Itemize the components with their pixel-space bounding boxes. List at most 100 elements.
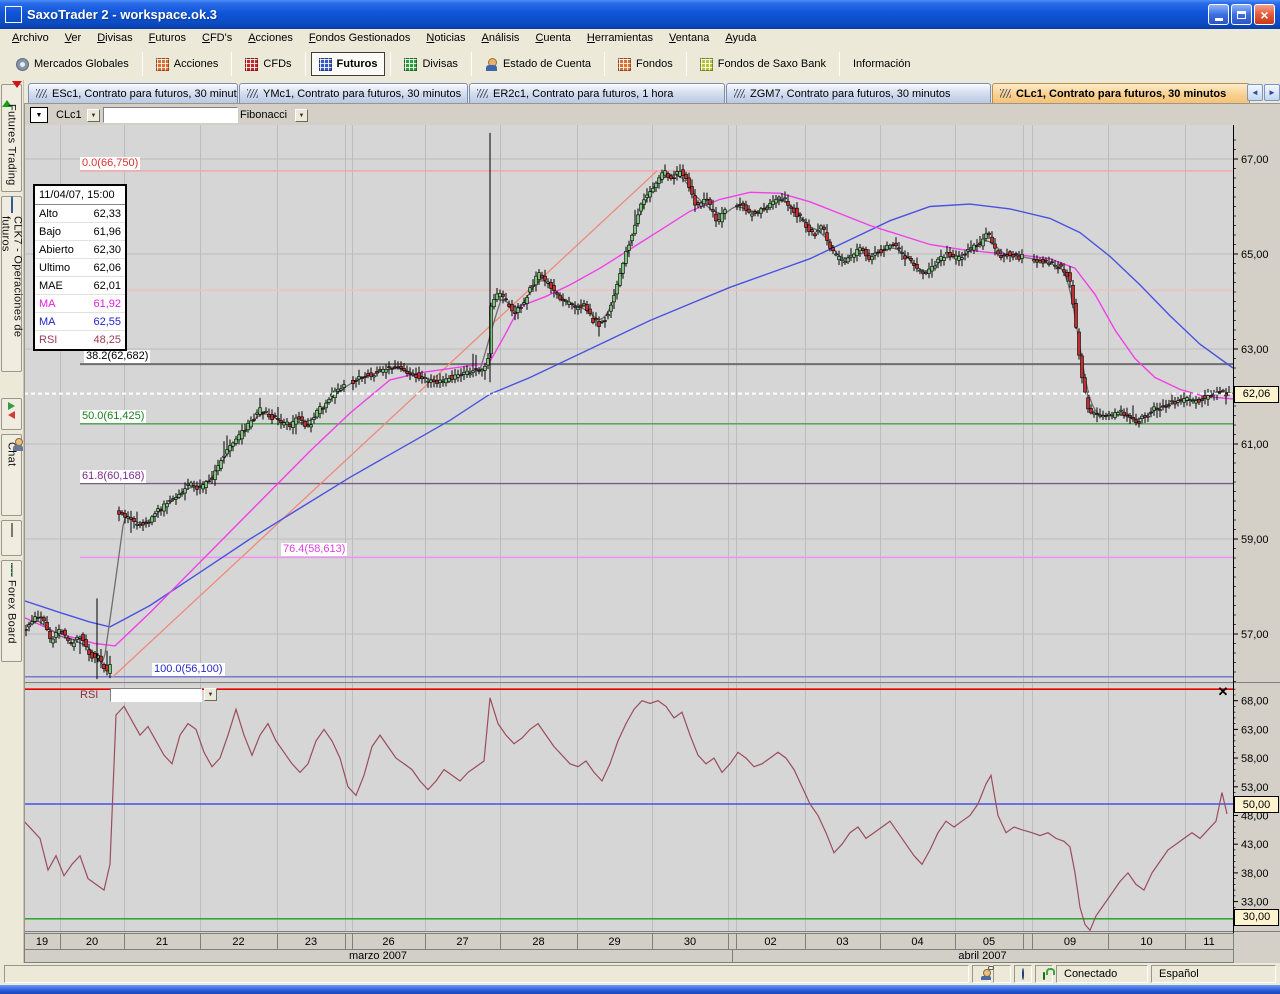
menu-item-ver[interactable]: Ver (57, 30, 90, 46)
rsi-dropdown-button[interactable]: ▼ (204, 688, 217, 701)
close-button[interactable]: × (1254, 4, 1275, 25)
language-status[interactable]: Español (1151, 965, 1276, 983)
toolbar-button-saxobank[interactable]: Fondos de Saxo Bank (692, 52, 834, 76)
drawing-tool-dropdown-button[interactable]: ▼ (295, 109, 308, 122)
tooltip-row-bajo: Bajo61,96 (35, 223, 125, 241)
connection-status: Conectado (1056, 965, 1148, 983)
toolbar-button-estado[interactable]: Estado de Cuenta (477, 52, 599, 76)
instrument-dropdown-button[interactable]: ▼ (87, 109, 100, 122)
tooltip-row-label: Alto (39, 208, 58, 220)
toolbar-button-fondos[interactable]: Fondos (610, 52, 681, 76)
menu-item-acciones[interactable]: Acciones (240, 30, 301, 46)
chart-tab-zgm7[interactable]: ZGM7, Contrato para futuros, 30 minutos (726, 83, 991, 103)
fib-label: 61.8(60,168) (80, 470, 146, 483)
svg-text:10: 10 (1140, 936, 1152, 948)
window-icon (11, 200, 13, 212)
app-window: SaxoTrader 2 - workspace.ok.3 × ArchivoV… (0, 0, 1280, 994)
rsi-level-50-badge: 50,00 (1234, 796, 1279, 813)
fib-label: 50.0(61,425) (80, 410, 146, 423)
status-empty-cell (993, 965, 1011, 983)
svg-text:53,00: 53,00 (1241, 782, 1269, 794)
toolbar-button-divisas[interactable]: Divisas (396, 52, 465, 76)
toolbar-separator (390, 52, 391, 76)
chart-tab-clc1[interactable]: CLc1, Contrato para futuros, 30 minutos (992, 83, 1250, 103)
sidebar-tab-label: Forex Board (6, 580, 18, 644)
futuros-icon (319, 58, 332, 71)
status-chat-cell[interactable] (972, 965, 990, 983)
svg-text:63,00: 63,00 (1241, 344, 1269, 356)
sidebar-tab-futures-trading[interactable]: Futures Trading (1, 84, 22, 192)
toolbar-button-label: CFDs (263, 58, 291, 70)
menu-item-herramientas[interactable]: Herramientas (579, 30, 661, 46)
rsi-level-30-badge: 30,00 (1234, 909, 1279, 926)
sidebar-tab-label: CLK7 - Operaciones de futuros (0, 216, 24, 371)
board-icon (11, 564, 13, 576)
toolbar-button-acciones[interactable]: Acciones (148, 52, 227, 76)
chart-tab-label: ESc1, Contrato para futuros, 30 minutos (52, 88, 238, 100)
chart-window: 67,0065,0063,0061,0059,0057,0068,0063,00… (24, 103, 1280, 962)
menu-item-futuros[interactable]: Futuros (141, 30, 194, 46)
tooltip-row-value: 62,30 (93, 244, 121, 256)
toolbar-button-label: Divisas (422, 58, 457, 70)
sidebar-tab-transfer-arrows[interactable] (1, 398, 22, 430)
tooltip-row-mae: MAE62,01 (35, 277, 125, 295)
tooltip-timestamp: 11/04/07, 15:00 (35, 186, 125, 205)
current-price-badge: 62,06 (1234, 386, 1279, 403)
menu-item-cfds[interactable]: CFD's (194, 30, 240, 46)
tooltip-row-alto: Alto62,33 (35, 205, 125, 223)
menu-item-fondosgestionados[interactable]: Fondos Gestionados (301, 30, 419, 46)
toolbar-button-none[interactable]: Información (845, 52, 918, 76)
svg-text:61,00: 61,00 (1241, 439, 1269, 451)
svg-text:33,00: 33,00 (1241, 897, 1269, 909)
status-network-cell[interactable] (1014, 965, 1032, 983)
minimize-button[interactable] (1208, 4, 1229, 25)
menu-item-ayuda[interactable]: Ayuda (717, 30, 764, 46)
chart-menu-button[interactable]: ▼ (30, 107, 48, 123)
status-security-cell[interactable] (1035, 965, 1053, 983)
instrument-search-input[interactable] (103, 107, 238, 123)
chart-tab-ymc1[interactable]: YMc1, Contrato para futuros, 30 minutos (239, 83, 468, 103)
sidebar-tab-clk7-operaciones-de-futuros[interactable]: CLK7 - Operaciones de futuros (1, 196, 22, 372)
fondos-icon (618, 58, 631, 71)
rsi-settings-input[interactable] (110, 688, 202, 702)
toolbar-button-mercados[interactable]: Mercados Globales (8, 52, 137, 76)
sidebar-tab-forex-board[interactable]: Forex Board (1, 560, 22, 662)
menu-item-noticias[interactable]: Noticias (418, 30, 473, 46)
chart-tab-label: ER2c1, Contrato para futuros, 1 hora (493, 88, 673, 100)
toolbar-separator (142, 52, 143, 76)
network-globe-icon (1022, 968, 1024, 980)
svg-text:04: 04 (911, 936, 923, 948)
restore-button[interactable] (1231, 4, 1252, 25)
lock-icon (1043, 972, 1045, 980)
window-bottom-border (0, 985, 1280, 994)
svg-text:03: 03 (836, 936, 848, 948)
svg-text:abril 2007: abril 2007 (958, 950, 1006, 962)
stack-icon (11, 524, 13, 536)
toolbar-button-futuros[interactable]: Futuros (311, 52, 386, 76)
sidebar-tab-stack[interactable] (1, 520, 22, 556)
chevron-down-icon: ▼ (299, 113, 305, 119)
menu-item-ventana[interactable]: Ventana (661, 30, 717, 46)
toolbar-button-cfds[interactable]: CFDs (237, 52, 299, 76)
drawing-tool-label: Fibonacci (240, 109, 287, 121)
svg-text:68,00: 68,00 (1241, 696, 1269, 708)
menu-item-cuenta[interactable]: Cuenta (527, 30, 578, 46)
menu-item-archivo[interactable]: Archivo (4, 30, 57, 46)
sidebar-tab-chat[interactable]: Chat (1, 434, 22, 516)
menu-item-anlisis[interactable]: Análisis (474, 30, 528, 46)
tooltip-row-label: Abierto (39, 244, 74, 256)
chart-tab-esc1[interactable]: ESc1, Contrato para futuros, 30 minutos (28, 83, 238, 103)
tab-scroll-right-button[interactable]: ► (1264, 84, 1280, 101)
tooltip-row-value: 61,96 (93, 226, 121, 238)
divisas-icon (404, 58, 417, 71)
tab-scroll-left-button[interactable]: ◄ (1247, 84, 1263, 101)
rsi-close-icon[interactable]: ✕ (1216, 685, 1230, 699)
svg-text:38,00: 38,00 (1241, 868, 1269, 880)
menu-item-divisas[interactable]: Divisas (89, 30, 140, 46)
chart-tab-er2c1[interactable]: ER2c1, Contrato para futuros, 1 hora (469, 83, 725, 103)
svg-text:59,00: 59,00 (1241, 534, 1269, 546)
instrument-label: CLc1 (56, 109, 82, 121)
chevron-down-icon: ▼ (208, 692, 214, 698)
tooltip-row-abierto: Abierto 62,30 (35, 241, 125, 259)
restore-icon (1237, 11, 1246, 19)
